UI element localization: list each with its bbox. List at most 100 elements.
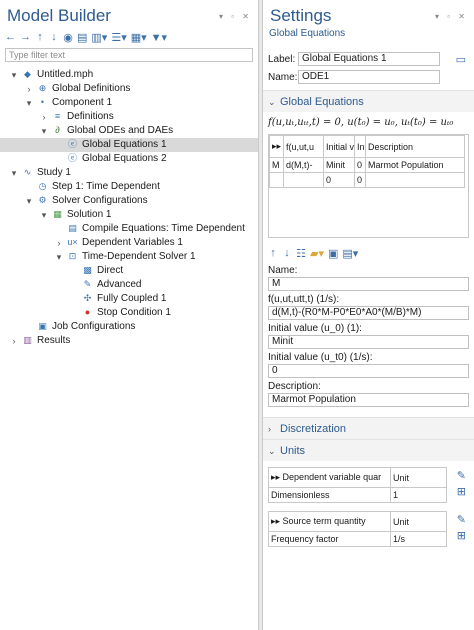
chevron-right-icon[interactable]: › <box>54 236 64 250</box>
chevron-right-icon[interactable]: › <box>9 334 19 348</box>
tree-item[interactable]: ▾ ∂ Global ODEs and DAEs <box>0 124 258 138</box>
initial-rate-label: Initial value (u_t0) (1/s): <box>268 352 373 363</box>
units-cell-unit[interactable]: 1/s <box>390 531 447 547</box>
back-icon[interactable]: ← <box>5 31 16 43</box>
tree-item[interactable]: › u× Dependent Variables 1 <box>0 236 258 250</box>
f-expression-input[interactable]: d(M,t)-(R0*M-P0*E0*A0*(M/B)*M) <box>268 306 469 320</box>
chevron-right-icon[interactable]: › <box>39 110 49 124</box>
tree-item[interactable]: ▣ Job Configurations <box>0 320 258 334</box>
table-cell[interactable]: 0 <box>354 157 366 173</box>
tree-item[interactable]: › ⊕ Global Definitions <box>0 82 258 96</box>
tree-item[interactable]: ▾ ◆ Untitled.mph <box>0 68 258 82</box>
show-icon[interactable]: ◉ <box>63 31 73 44</box>
tree-item[interactable]: › ▥ Results <box>0 334 258 348</box>
variable-name-input[interactable]: M <box>268 277 469 291</box>
tree-item[interactable]: ▾ ▦ Solution 1 <box>0 208 258 222</box>
units-header-dependent: ▸▸ Dependent variable quar <box>268 467 391 488</box>
tree-item-label: Study 1 <box>37 167 71 178</box>
move-up-icon[interactable]: ↑ <box>35 31 45 43</box>
tree-item[interactable]: ▾ ⊡ Time-Dependent Solver 1 <box>0 250 258 264</box>
load-table-icon[interactable]: ▤▾ <box>342 247 358 260</box>
discretization-section[interactable]: › Discretization <box>263 417 474 439</box>
tree-item[interactable]: ⓔ Global Equations 1 <box>0 138 258 152</box>
chevron-down-icon[interactable]: ▾ <box>24 194 34 208</box>
edit-units-icon[interactable]: ✎ <box>457 469 466 482</box>
units-section[interactable]: ⌄ Units <box>263 439 474 461</box>
direct-icon: ▩ <box>83 265 92 275</box>
move-down-icon[interactable]: ↓ <box>282 247 292 259</box>
tree-item[interactable]: ▾ • Component 1 <box>0 96 258 110</box>
tree-item[interactable]: ◷ Step 1: Time Dependent <box>0 180 258 194</box>
edit-units-icon[interactable]: ✎ <box>457 513 466 526</box>
move-down-icon[interactable]: ↓ <box>49 31 59 43</box>
grid-icon[interactable]: ▦▾ <box>131 31 147 44</box>
tree-item[interactable]: ▤ Compile Equations: Time Dependent <box>0 222 258 236</box>
expand-icon[interactable]: ▥▾ <box>91 31 107 44</box>
chevron-down-icon[interactable]: ▾ <box>39 208 49 222</box>
forward-icon[interactable]: → <box>20 31 31 43</box>
initial-rate-input[interactable]: 0 <box>268 364 469 378</box>
units-cell-unit[interactable]: 1 <box>390 487 447 503</box>
select-units-icon[interactable]: ⊞ <box>457 529 466 542</box>
table-cell[interactable]: Minit <box>323 157 355 173</box>
table-cell[interactable]: 0 <box>354 172 366 188</box>
chevron-down-icon[interactable]: ▾ <box>24 96 34 110</box>
tree-item-label: Global Equations 2 <box>82 153 167 164</box>
table-cell[interactable]: d(M,t)- <box>283 157 324 173</box>
label-input[interactable]: Global Equations 1 <box>298 52 440 66</box>
initial-value-input[interactable]: Minit <box>268 335 469 349</box>
tree-filter-input[interactable]: Type filter text <box>5 48 253 62</box>
table-row[interactable]: Md(M,t)- Minit 0 Marmot Population <box>269 157 465 173</box>
chevron-down-icon: ⌄ <box>268 446 276 456</box>
chevron-down-icon[interactable]: ▾ <box>54 250 64 264</box>
table-header-cell: Initial v <box>323 135 355 158</box>
solution-icon: ▦ <box>53 209 62 219</box>
tree-item[interactable]: ✣ Fully Coupled 1 <box>0 292 258 306</box>
name-label: Name: <box>268 265 298 276</box>
table-cell[interactable]: Marmot Population <box>365 157 465 173</box>
name-input[interactable]: ODE1 <box>298 70 440 84</box>
table-cell[interactable] <box>269 172 284 188</box>
save-icon[interactable]: ▣ <box>328 247 338 260</box>
tree-item-label: Global Definitions <box>52 83 131 94</box>
table-cell[interactable]: M <box>269 157 284 173</box>
solver-configurations-icon: ⚙ <box>38 195 47 205</box>
tree-item[interactable]: › ≡ Definitions <box>0 110 258 124</box>
right-window-controls[interactable]: ▾ ▫ ✕ <box>435 12 468 21</box>
chevron-down-icon[interactable]: ▾ <box>9 166 19 180</box>
pin-icon[interactable]: ▼▾ <box>151 31 167 44</box>
open-folder-icon[interactable]: ▰▾ <box>310 247 324 260</box>
chevron-right-icon: › <box>268 424 271 434</box>
table-cell[interactable] <box>283 172 324 188</box>
description-input[interactable]: Marmot Population <box>268 393 469 407</box>
tree-item[interactable]: ✎ Advanced <box>0 278 258 292</box>
collapse-icon[interactable]: ▤ <box>77 31 87 44</box>
table-cell[interactable] <box>365 172 465 188</box>
chevron-down-icon[interactable]: ▾ <box>9 68 19 82</box>
component-icon: • <box>40 97 45 107</box>
units-table-source: ▸▸ Source term quantity Unit Frequency fa… <box>263 511 474 549</box>
reset-label-icon[interactable]: ▭ <box>456 53 466 66</box>
name-row: Name: ODE1 <box>263 68 474 86</box>
move-up-icon[interactable]: ↑ <box>268 247 278 259</box>
left-window-controls[interactable]: ▾ ▫ ✕ <box>219 12 252 21</box>
tree-item[interactable]: ⓔ Global Equations 2 <box>0 152 258 166</box>
tree-item[interactable]: ▩ Direct <box>0 264 258 278</box>
equations-table[interactable]: ▸▸ f(u,ut,u Initial v In Description Md(M,t)-… <box>268 134 469 238</box>
delete-rows-icon[interactable]: ☷ <box>296 247 306 260</box>
study-icon: ∿ <box>23 167 32 177</box>
table-row[interactable]: 00 <box>269 172 465 188</box>
chevron-down-icon[interactable]: ▾ <box>39 124 49 138</box>
tree-item[interactable]: ● Stop Condition 1 <box>0 306 258 320</box>
units-cell-quantity[interactable]: Dimensionless <box>268 487 391 503</box>
units-cell-quantity[interactable]: Frequency factor <box>268 531 391 547</box>
list-icon[interactable]: ☰▾ <box>111 31 126 44</box>
tree-item[interactable]: ▾ ∿ Study 1 <box>0 166 258 180</box>
select-units-icon[interactable]: ⊞ <box>457 485 466 498</box>
global-equations-section[interactable]: ⌄ Global Equations <box>263 90 474 112</box>
tree-item-label: Component 1 <box>52 97 113 108</box>
table-cell[interactable]: 0 <box>323 172 355 188</box>
ode-icon: ∂ <box>55 125 60 135</box>
chevron-right-icon[interactable]: › <box>24 82 34 96</box>
tree-item[interactable]: ▾ ⚙ Solver Configurations <box>0 194 258 208</box>
